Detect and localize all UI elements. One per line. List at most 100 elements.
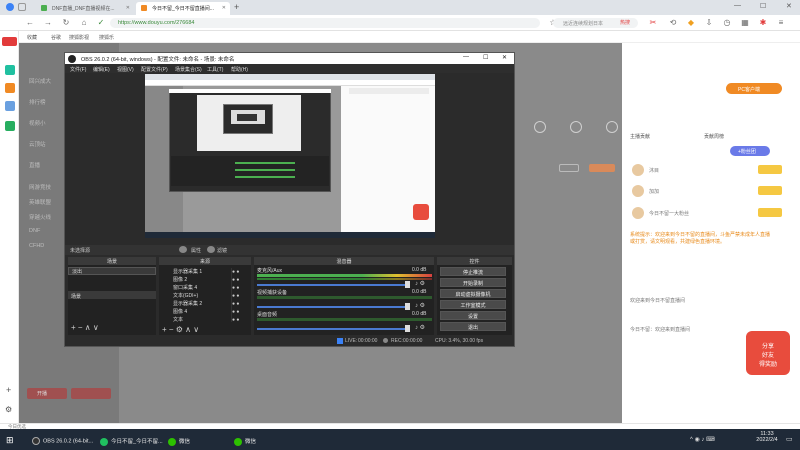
volume-slider[interactable] [257, 328, 407, 330]
taskbar-item-wechat[interactable]: 微信 [234, 433, 256, 447]
volume-knob[interactable] [405, 303, 410, 310]
virtual-camera-button[interactable]: 启动虚拟摄像机 [440, 289, 506, 298]
rank-row[interactable]: 今日不留一大粉丝 [627, 203, 792, 223]
exit-button[interactable]: 退出 [440, 322, 506, 331]
minimize-icon[interactable]: — [734, 2, 741, 9]
pc-client-button[interactable]: PC客户端 [726, 83, 782, 94]
client-button[interactable] [71, 388, 111, 399]
close-tab-icon[interactable]: ✕ [126, 5, 130, 11]
source-item[interactable]: 显示器采集 1 [173, 268, 202, 275]
apps-icon[interactable]: ▦ [740, 18, 750, 28]
tab-list-icon[interactable] [18, 3, 26, 11]
menu-edit[interactable]: 编辑(E) [93, 66, 110, 73]
source-item[interactable]: 显示器采集 2 [173, 300, 202, 307]
hot-search-label[interactable]: 热搜 [620, 19, 630, 26]
volume-slider[interactable] [257, 284, 407, 286]
rank-gift-button[interactable] [758, 186, 782, 195]
nav-item[interactable]: 穿越火线 [29, 213, 51, 221]
menu-item[interactable] [563, 121, 589, 135]
source-visibility-icons[interactable]: ● ● ● ● ● ● ● ● ● ● ● ● ● ● [231, 268, 245, 323]
maximize-icon[interactable]: ☐ [760, 2, 766, 10]
menu-item[interactable] [527, 121, 553, 135]
rank-gift-button[interactable] [758, 208, 782, 217]
nav-item[interactable]: 云顶站 [29, 140, 46, 148]
taskbar-item-obs[interactable]: OBS 26.0.2 (64-bit... [32, 433, 93, 447]
source-item[interactable]: 文本 [173, 316, 183, 323]
notification-icon[interactable]: ▭ [786, 435, 793, 443]
tools-icon[interactable]: ✂ [648, 18, 658, 28]
nav-item[interactable]: 直播 [29, 161, 40, 169]
translate-icon[interactable]: ⟲ [668, 18, 678, 28]
menu-view[interactable]: 视图(V) [117, 66, 134, 73]
settings-icon[interactable]: ⚙ [5, 405, 12, 414]
speaker-icon[interactable]: ♪ ⚙ [415, 280, 425, 287]
add-icon[interactable]: + [6, 385, 11, 395]
nav-item[interactable]: CFHD [29, 243, 44, 249]
sidebar-logo-icon[interactable] [2, 37, 17, 46]
sidebar-app-icon[interactable] [5, 101, 15, 111]
back-icon[interactable]: ← [25, 18, 35, 28]
settings-button[interactable]: 设置 [440, 311, 506, 320]
tab-weekly-rank[interactable]: 贡献周榜 [704, 133, 724, 140]
bookmark-item[interactable]: 谷歌 [51, 34, 61, 41]
windows-start-icon[interactable]: ⊞ [6, 435, 14, 446]
stop-streaming-button[interactable]: 停止推流 [440, 267, 506, 276]
source-item[interactable]: 图像 4 [173, 308, 187, 315]
bookmark-item[interactable]: 搜狐影视 [69, 34, 89, 41]
history-icon[interactable]: ◷ [722, 18, 732, 28]
minimize-icon[interactable]: — [463, 54, 469, 60]
nav-item[interactable]: DNF [29, 228, 40, 234]
start-live-button[interactable]: 开播 [27, 388, 67, 399]
clock[interactable]: 11:33 2022/2/4 [752, 431, 782, 443]
tab-dnf[interactable]: DNF直播_DNF直播视频在... ✕ [36, 2, 134, 15]
source-toolbar-icons[interactable]: + − ⚙ ∧ ∨ [162, 325, 199, 334]
start-recording-button[interactable]: 开始录制 [440, 278, 506, 287]
source-item[interactable]: 图像 2 [173, 276, 187, 283]
follow-button[interactable] [559, 164, 579, 172]
bookmark-item[interactable]: 搜狐乐 [99, 34, 114, 41]
taskbar-item-browser[interactable]: 今日不留_今日不留... [100, 433, 163, 447]
tab-douyu[interactable]: 今日不留_今日不留直播间... ✕ [136, 2, 230, 15]
tab-contribution[interactable]: 主播贡献 [630, 133, 650, 140]
sidebar-app-icon[interactable] [5, 65, 15, 75]
home-icon[interactable]: ⌂ [79, 18, 89, 28]
bookmarks-label[interactable]: 收藏 [27, 34, 37, 41]
close-icon[interactable]: ✕ [502, 54, 507, 61]
nav-item[interactable]: 网游竞技 [29, 183, 51, 191]
add-scene-icon[interactable]: + − ∧ ∨ [71, 323, 99, 332]
subscribe-button[interactable] [589, 164, 615, 172]
new-tab-button[interactable]: + [234, 2, 239, 12]
address-bar[interactable]: https://www.douyu.com/276684 [110, 18, 540, 28]
speaker-icon[interactable]: ♪ ⚙ [415, 324, 425, 331]
volume-knob[interactable] [405, 281, 410, 288]
settings-icon[interactable]: ✱ [758, 18, 768, 28]
menu-help[interactable]: 帮助(H) [231, 66, 248, 73]
reload-icon[interactable]: ↻ [61, 18, 71, 28]
transition-select[interactable]: 淡出 [68, 267, 156, 275]
menu-icon[interactable]: ≡ [776, 18, 786, 28]
gear-icon[interactable] [179, 246, 187, 253]
rank-row[interactable]: 沐目 [627, 160, 792, 180]
taskbar-item-wechat[interactable]: 微信 [168, 433, 190, 447]
scene-item[interactable]: 场景 [71, 293, 81, 300]
close-window-icon[interactable]: ✕ [786, 2, 792, 10]
menu-profile[interactable]: 配置文件(P) [141, 66, 168, 73]
menu-file[interactable]: 文件(F) [70, 66, 86, 73]
nav-item[interactable]: 回兴成大 [29, 77, 51, 85]
nav-item[interactable]: 排行榜 [29, 98, 46, 106]
forward-icon[interactable]: → [43, 18, 53, 28]
speaker-icon[interactable]: ♪ ⚙ [415, 302, 425, 309]
filters-button[interactable]: 滤镜 [217, 247, 227, 254]
volume-knob[interactable] [405, 325, 410, 332]
studio-mode-button[interactable]: 工作室模式 [440, 300, 506, 309]
source-item[interactable]: 文本(GDI+) [173, 292, 198, 299]
share-reward-badge[interactable]: 分享 好友 得奖励 [746, 331, 790, 375]
source-item[interactable]: 窗口采集 4 [173, 284, 197, 291]
volume-slider[interactable] [257, 306, 407, 308]
properties-button[interactable]: 属性 [191, 247, 201, 254]
obs-preview[interactable] [145, 74, 435, 238]
download-icon[interactable]: ⇩ [704, 18, 714, 28]
nav-item[interactable]: 视频小 [29, 119, 46, 127]
menu-scene-collection[interactable]: 场景集合(S) [175, 66, 202, 73]
extension-icon[interactable]: ◆ [686, 18, 696, 28]
